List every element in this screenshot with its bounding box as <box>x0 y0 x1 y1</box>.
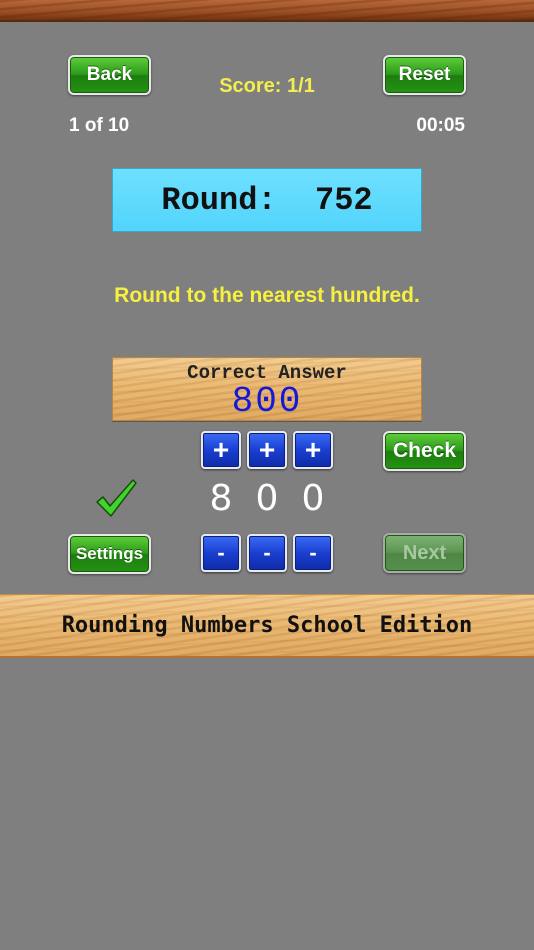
correct-answer-value: 800 <box>231 381 303 422</box>
tens-digit: 0 <box>255 478 279 519</box>
score-label: Score: 1/1 <box>219 75 315 97</box>
tens-increment-button[interactable]: + <box>247 431 287 469</box>
app-title: Rounding Numbers School Edition <box>61 613 473 638</box>
question-prompt: Round: 752 <box>161 181 373 219</box>
minus-icon: - <box>263 540 271 565</box>
top-wood-bar <box>0 0 534 22</box>
ones-decrement-button[interactable]: - <box>293 534 333 572</box>
ones-increment-button[interactable]: + <box>293 431 333 469</box>
hundreds-increment-button[interactable]: + <box>201 431 241 469</box>
hundreds-decrement-button[interactable]: - <box>201 534 241 572</box>
next-button[interactable]: Next <box>383 533 466 573</box>
question-progress: 1 of 10 <box>69 115 130 136</box>
correct-answer-board: Correct Answer 800 <box>112 357 422 422</box>
timer: 00:05 <box>416 115 465 136</box>
minus-icon: - <box>217 540 225 565</box>
check-mark-icon <box>96 479 137 517</box>
minus-icon: - <box>309 540 317 565</box>
ones-digit: 0 <box>301 478 325 519</box>
plus-icon: + <box>212 434 230 465</box>
check-button[interactable]: Check <box>383 431 466 471</box>
plus-icon: + <box>258 434 276 465</box>
app-title-banner: Rounding Numbers School Edition <box>0 594 534 658</box>
hundreds-digit: 8 <box>209 478 233 519</box>
question-display: Round: 752 <box>112 168 422 232</box>
plus-icon: + <box>304 434 322 465</box>
instruction-text: Round to the nearest hundred. <box>114 284 420 307</box>
settings-button[interactable]: Settings <box>68 534 151 574</box>
tens-decrement-button[interactable]: - <box>247 534 287 572</box>
